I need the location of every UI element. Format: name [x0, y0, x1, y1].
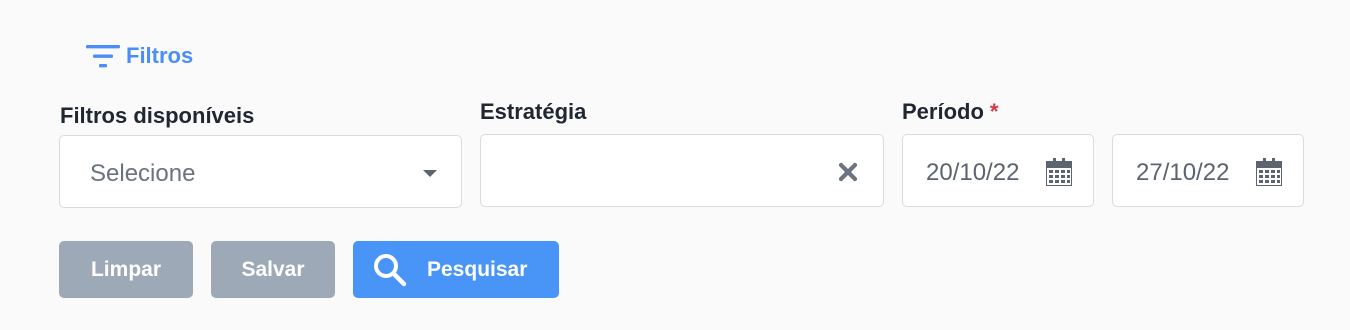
strategy-input[interactable] [480, 134, 884, 207]
filters-toggle-label: Filtros [126, 43, 194, 68]
caret-down-icon [423, 170, 437, 177]
end-date-value: 27/10/22 [1136, 159, 1230, 186]
available-filters-label: Filtros disponíveis [60, 103, 255, 128]
period-label: Período * [902, 99, 998, 125]
filters-toggle[interactable]: Filtros [86, 42, 193, 70]
available-filters-placeholder: Selecione [90, 160, 196, 187]
available-filters-select[interactable]: Selecione [59, 135, 462, 208]
search-button[interactable]: Pesquisar [353, 241, 559, 298]
strategy-label: Estratégia [480, 99, 586, 125]
clear-button[interactable]: Limpar [59, 241, 193, 298]
period-end-date[interactable]: 27/10/22 [1112, 134, 1304, 207]
calendar-icon [1256, 158, 1282, 186]
start-date-value: 20/10/22 [926, 159, 1020, 186]
required-asterisk: * [989, 99, 999, 124]
save-button[interactable]: Salvar [211, 241, 335, 298]
clear-x-icon[interactable] [837, 161, 859, 183]
strategy-label-text: Estratégia [480, 99, 587, 124]
search-button-label: Pesquisar [427, 257, 528, 281]
filter-lines-icon [86, 45, 120, 68]
search-icon [374, 253, 407, 286]
period-label-text: Período [902, 99, 984, 124]
calendar-icon [1046, 158, 1072, 186]
period-start-date[interactable]: 20/10/22 [902, 134, 1094, 207]
